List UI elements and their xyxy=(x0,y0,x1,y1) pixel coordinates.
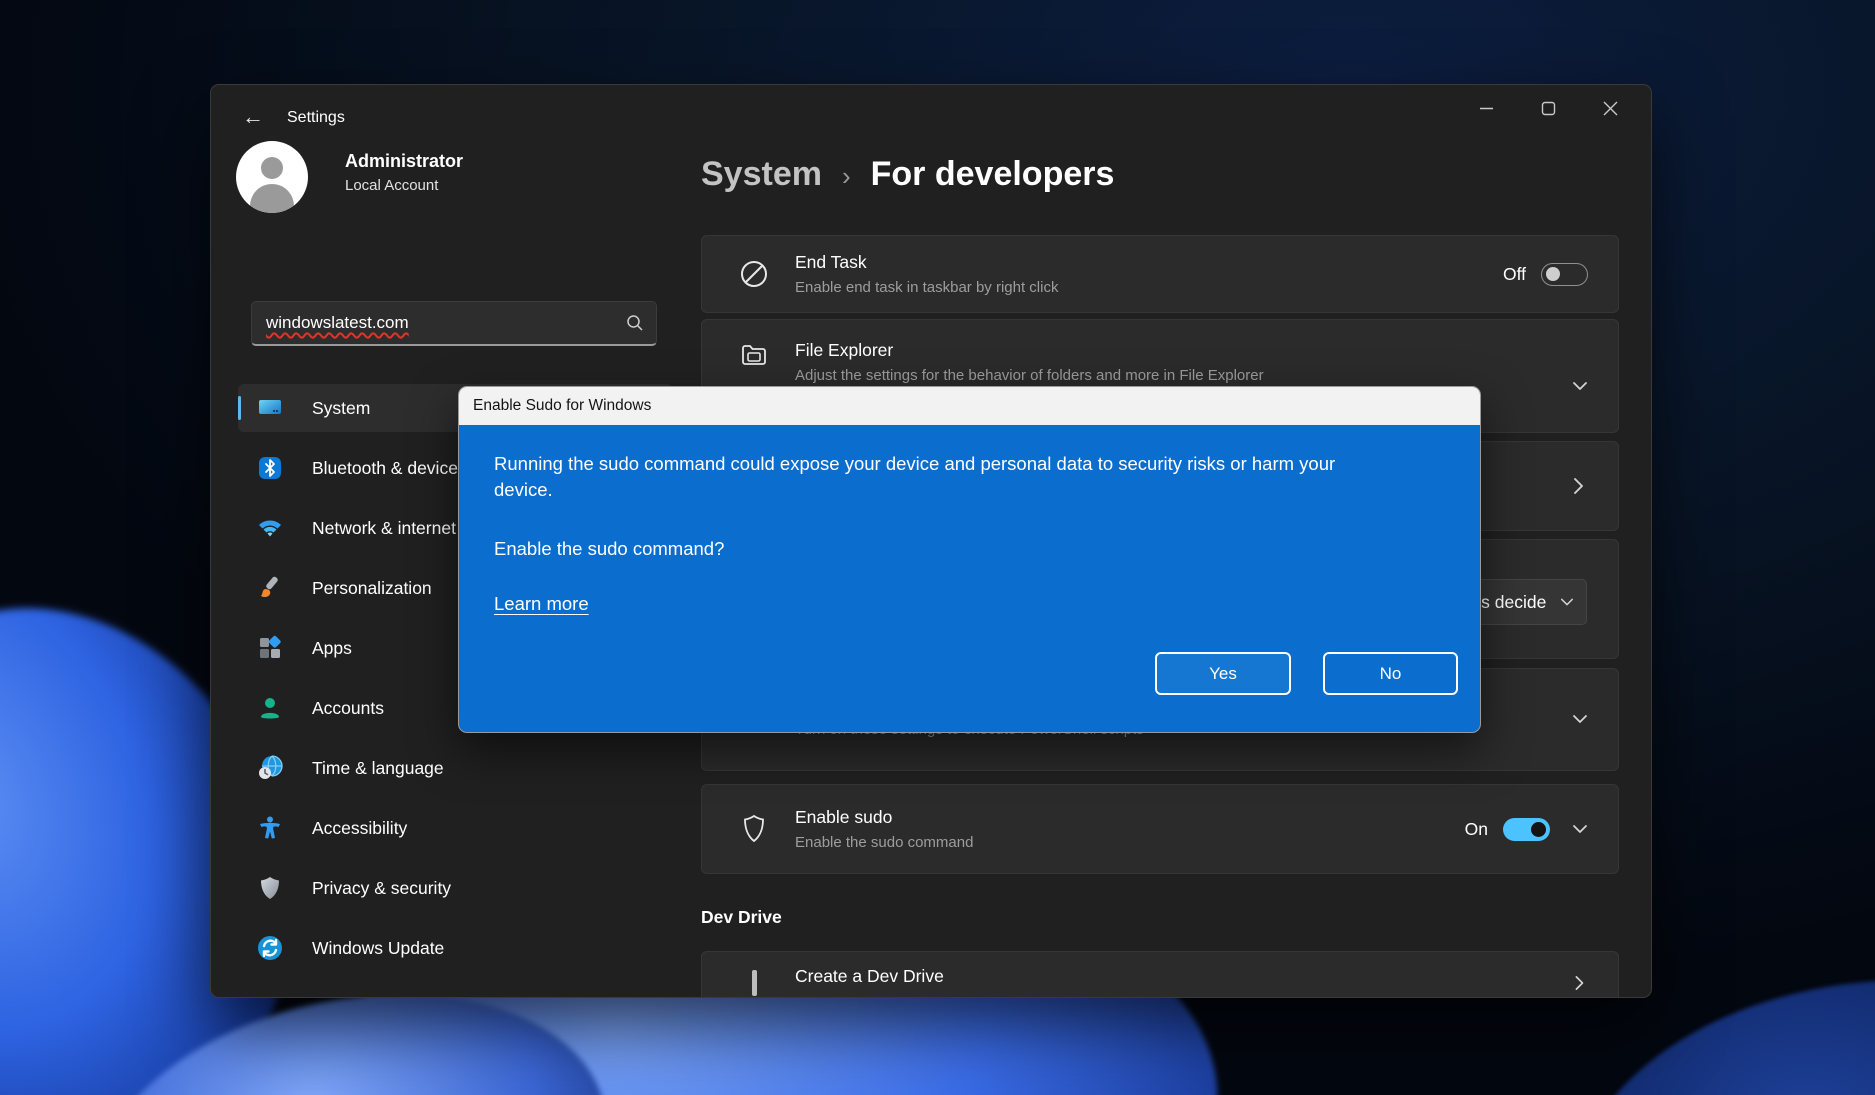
sidebar-item-time-language[interactable]: Time & language xyxy=(238,744,673,792)
sudo-dialog-question: Enable the sudo command? xyxy=(494,538,1445,560)
close-button[interactable] xyxy=(1579,85,1641,131)
bluetooth-icon xyxy=(256,454,284,482)
breadcrumb-parent[interactable]: System xyxy=(701,155,822,194)
system-icon xyxy=(256,394,284,422)
wifi-icon xyxy=(256,514,284,542)
account-name: Administrator xyxy=(345,151,463,172)
chevron-down-icon[interactable] xyxy=(1572,378,1588,394)
file-explorer-icon xyxy=(737,340,771,370)
sidebar-item-accessibility[interactable]: Accessibility xyxy=(238,804,673,852)
sudo-dialog-buttons: Yes No xyxy=(1155,652,1458,695)
file-explorer-title: File Explorer xyxy=(795,340,1264,361)
close-icon xyxy=(1603,101,1618,116)
dev-drive-icon xyxy=(737,966,771,996)
breadcrumb: System › For developers xyxy=(701,155,1114,194)
caption-buttons xyxy=(1455,85,1641,131)
avatar xyxy=(236,141,308,213)
avatar-head xyxy=(261,157,283,179)
chevron-right-icon[interactable] xyxy=(1570,476,1586,496)
yes-button[interactable]: Yes xyxy=(1155,652,1291,695)
maximize-button[interactable] xyxy=(1517,85,1579,131)
sidebar-item-label: Apps xyxy=(312,638,352,659)
globe-clock-icon xyxy=(256,754,284,782)
chevron-down-icon[interactable] xyxy=(1572,711,1588,727)
setting-row-end-task: End Task Enable end task in taskbar by r… xyxy=(701,235,1619,313)
sudo-dialog-message: Running the sudo command could expose yo… xyxy=(494,451,1349,504)
section-heading-dev-drive: Dev Drive xyxy=(701,907,782,928)
sidebar-item-label: System xyxy=(312,398,370,419)
person-icon xyxy=(256,694,284,722)
minimize-button[interactable] xyxy=(1455,85,1517,131)
chevron-down-icon xyxy=(1560,595,1574,609)
toggle-knob xyxy=(1546,267,1560,281)
sidebar-item-label: Accessibility xyxy=(312,818,407,839)
paintbrush-icon xyxy=(256,574,284,602)
end-task-toggle[interactable] xyxy=(1541,263,1588,286)
sidebar-item-label: Personalization xyxy=(312,578,432,599)
breadcrumb-separator-icon: › xyxy=(842,161,851,192)
chevron-right-icon[interactable] xyxy=(1572,974,1586,992)
enable-sudo-title: Enable sudo xyxy=(795,807,973,828)
create-dev-drive-title: Create a Dev Drive xyxy=(795,966,944,987)
setting-row-create-dev-drive[interactable]: Create a Dev Drive xyxy=(701,951,1619,998)
back-button[interactable]: ← xyxy=(233,99,273,135)
sudo-dialog-titlebar: Enable Sudo for Windows xyxy=(459,387,1480,425)
sidebar-item-label: Network & internet xyxy=(312,518,456,539)
sidebar-item-label: Privacy & security xyxy=(312,878,451,899)
account-type: Local Account xyxy=(345,177,438,194)
search-input-value: windowslatest.com xyxy=(266,313,409,333)
search-input[interactable]: windowslatest.com xyxy=(251,301,657,346)
sudo-dialog-body: Running the sudo command could expose yo… xyxy=(459,425,1480,733)
end-task-state: Off xyxy=(1503,264,1526,285)
chevron-down-icon[interactable] xyxy=(1572,821,1588,837)
back-arrow-icon: ← xyxy=(242,104,264,130)
minimize-icon xyxy=(1479,101,1494,116)
no-button[interactable]: No xyxy=(1323,652,1458,695)
sidebar-item-privacy[interactable]: Privacy & security xyxy=(238,864,673,912)
toggle-knob xyxy=(1531,822,1546,837)
sudo-dialog: Enable Sudo for Windows Running the sudo… xyxy=(458,386,1481,733)
end-task-icon xyxy=(737,259,771,289)
sudo-dialog-title: Enable Sudo for Windows xyxy=(473,397,651,415)
enable-sudo-state: On xyxy=(1465,819,1488,840)
file-explorer-subtitle: Adjust the settings for the behavior of … xyxy=(795,367,1264,384)
window-title: Settings xyxy=(287,109,345,127)
selected-indicator xyxy=(238,396,241,420)
search-icon[interactable] xyxy=(626,314,644,332)
enable-sudo-toggle[interactable] xyxy=(1503,818,1550,841)
end-task-subtitle: Enable end task in taskbar by right clic… xyxy=(795,279,1058,296)
sidebar-item-windows-update[interactable]: Windows Update xyxy=(238,924,673,972)
maximize-icon xyxy=(1541,101,1556,116)
end-task-title: End Task xyxy=(795,252,1058,273)
sidebar-item-label: Windows Update xyxy=(312,938,444,959)
sidebar-item-label: Time & language xyxy=(312,758,444,779)
shield-icon xyxy=(256,874,284,902)
learn-more-link[interactable]: Learn more xyxy=(494,593,589,615)
sidebar-item-label: Bluetooth & devices xyxy=(312,458,467,479)
apps-icon xyxy=(256,634,284,662)
shield-outline-icon xyxy=(737,814,771,844)
setting-row-enable-sudo: Enable sudo Enable the sudo command On xyxy=(701,784,1619,874)
update-icon xyxy=(256,934,284,962)
enable-sudo-subtitle: Enable the sudo command xyxy=(795,834,973,851)
avatar-torso xyxy=(250,184,294,213)
page-title: For developers xyxy=(871,155,1115,194)
sidebar-item-label: Accounts xyxy=(312,698,384,719)
accessibility-icon xyxy=(256,814,284,842)
